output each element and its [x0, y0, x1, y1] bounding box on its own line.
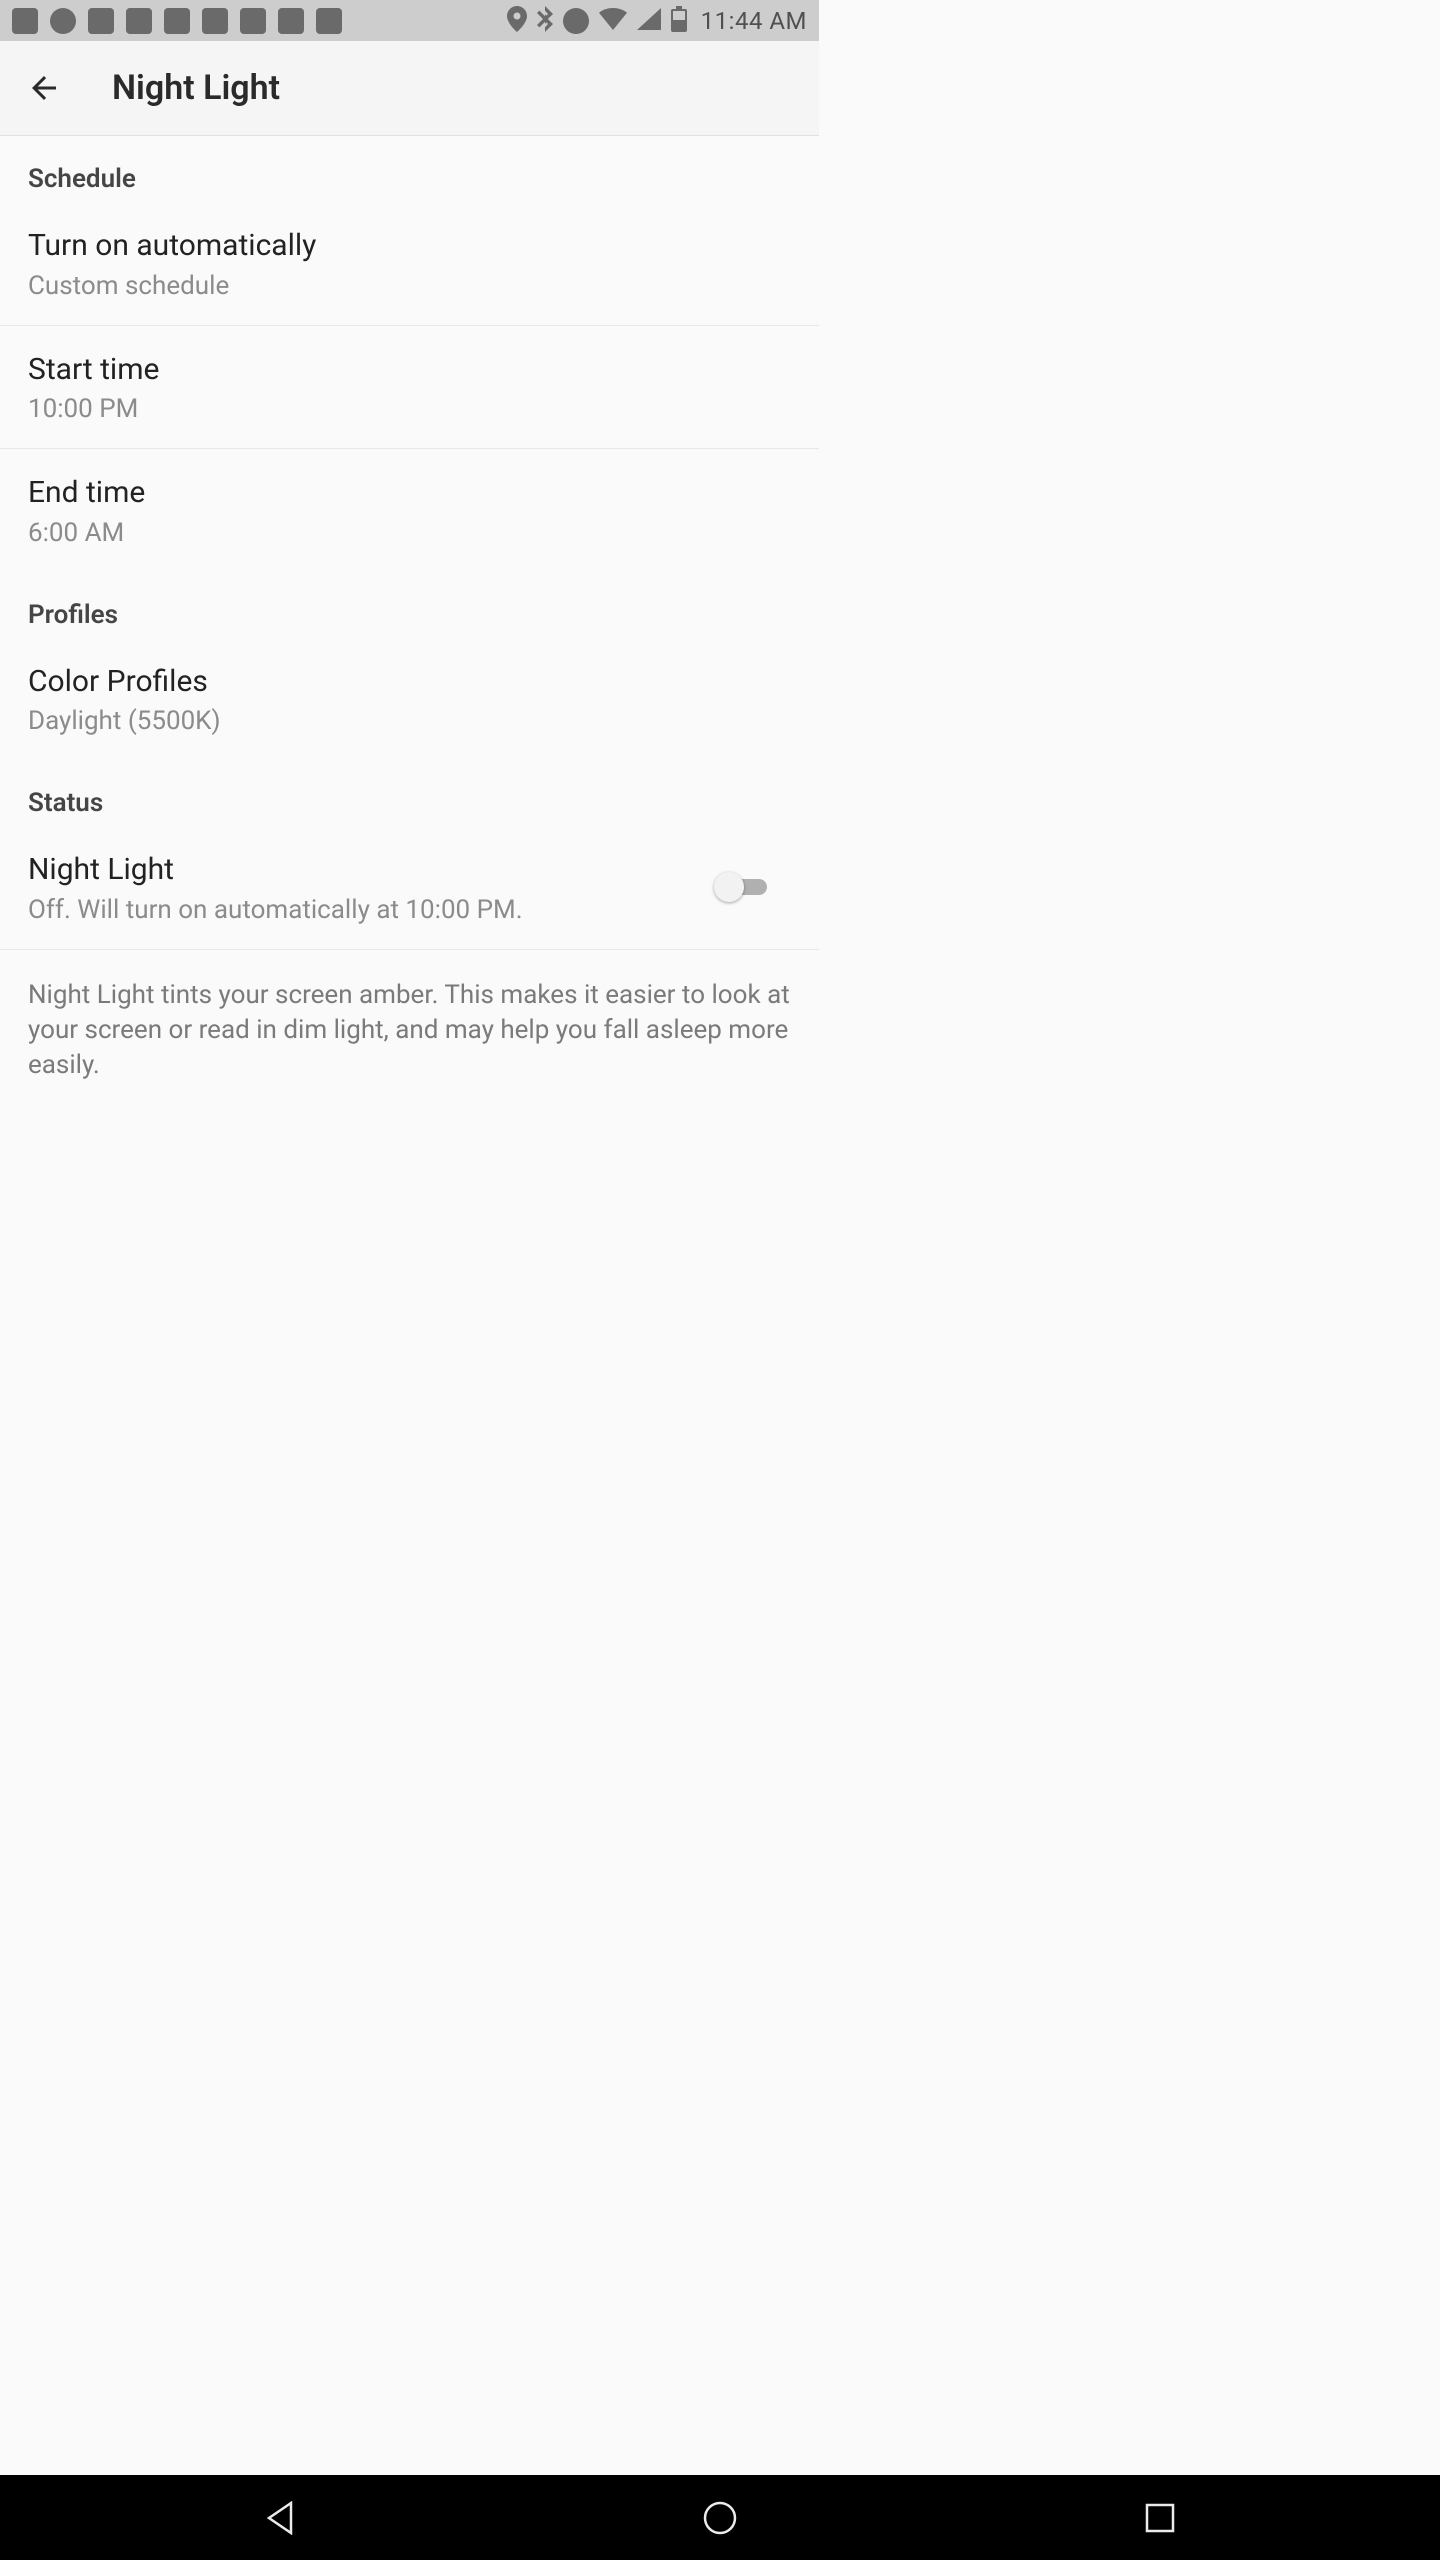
- nav-home-icon: [703, 2501, 737, 2535]
- maps-notif-icon: [50, 8, 76, 34]
- back-button[interactable]: [24, 68, 64, 108]
- page-title: Night Light: [112, 68, 280, 108]
- calendar-notif-icon: [12, 8, 38, 34]
- night-light-switch[interactable]: [713, 867, 771, 907]
- battery-icon: [671, 6, 687, 36]
- settings-notif-icon: [316, 8, 342, 34]
- nav-back-icon: [265, 2501, 295, 2535]
- pref-title: End time: [28, 473, 791, 514]
- switch-thumb: [714, 872, 744, 902]
- ebay-notif-icon-2: [202, 8, 228, 34]
- nav-recents-button[interactable]: [1138, 2496, 1182, 2540]
- pref-title: Start time: [28, 350, 791, 391]
- android-nav-bar: [0, 2475, 1440, 2560]
- youtube-notif-icon: [278, 8, 304, 34]
- pref-summary: Custom schedule: [28, 271, 791, 301]
- pref-summary: Daylight (5500K): [28, 706, 791, 736]
- app-bar: Night Light: [0, 41, 819, 136]
- bluetooth-icon: [537, 6, 553, 36]
- pref-color-profiles[interactable]: Color Profiles Daylight (5500K): [0, 638, 819, 761]
- pref-title: Color Profiles: [28, 662, 791, 703]
- pref-turn-on-automatically[interactable]: Turn on automatically Custom schedule: [0, 202, 819, 326]
- pref-summary: 10:00 PM: [28, 394, 791, 424]
- pref-title: Turn on automatically: [28, 226, 791, 267]
- photos-notif-icon: [240, 8, 266, 34]
- ebay-notif-icon-1: [164, 8, 190, 34]
- gmail-notif-icon: [88, 8, 114, 34]
- nav-recents-icon: [1145, 2503, 1175, 2533]
- cell-signal-icon: [637, 8, 661, 34]
- pref-title: Night Light: [28, 850, 697, 891]
- wifi-icon: [599, 8, 627, 34]
- pref-start-time[interactable]: Start time 10:00 PM: [0, 326, 819, 450]
- pref-night-light-toggle[interactable]: Night Light Off. Will turn on automatica…: [0, 826, 819, 950]
- pref-summary: Off. Will turn on automatically at 10:00…: [28, 895, 697, 925]
- dnd-icon: [563, 8, 589, 34]
- status-time: 11:44 AM: [701, 7, 807, 35]
- section-header-schedule: Schedule: [0, 136, 819, 202]
- night-light-description: Night Light tints your screen amber. Thi…: [0, 950, 819, 1111]
- arrow-back-icon: [26, 70, 62, 106]
- pref-summary: 6:00 AM: [28, 518, 791, 548]
- nav-back-button[interactable]: [258, 2496, 302, 2540]
- nav-home-button[interactable]: [698, 2496, 742, 2540]
- instagram-notif-icon: [126, 8, 152, 34]
- location-icon: [507, 6, 527, 36]
- pref-end-time[interactable]: End time 6:00 AM: [0, 449, 819, 572]
- section-header-status: Status: [0, 760, 819, 826]
- android-status-bar: 11:44 AM: [0, 0, 819, 41]
- settings-list[interactable]: Schedule Turn on automatically Custom sc…: [0, 136, 819, 1111]
- section-header-profiles: Profiles: [0, 572, 819, 638]
